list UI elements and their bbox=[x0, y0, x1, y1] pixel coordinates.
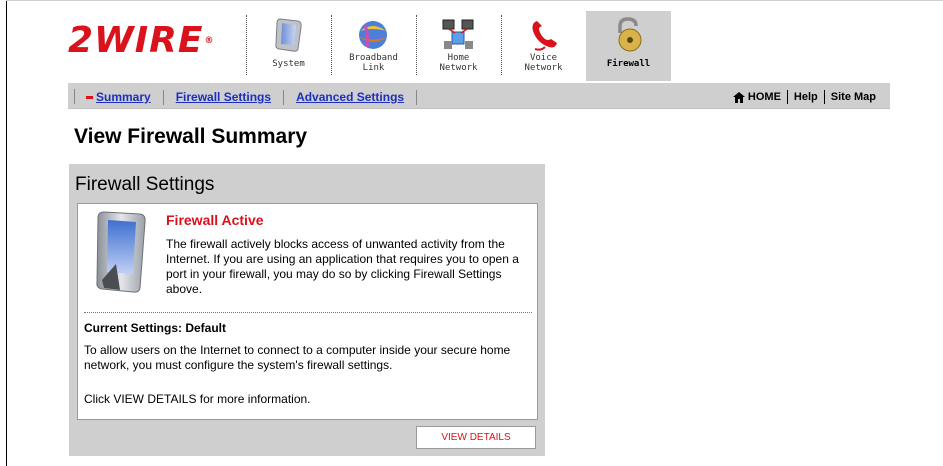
frame-left-border bbox=[6, 0, 7, 466]
help-link[interactable]: Help bbox=[788, 91, 824, 103]
firewall-status-title: Firewall Active bbox=[166, 212, 264, 228]
settings-explanation-text: To allow users on the Internet to connec… bbox=[84, 343, 511, 372]
view-details-hint: Click VIEW DETAILS for more information. bbox=[84, 392, 311, 406]
subnav-separator bbox=[416, 89, 418, 105]
panel-content: Firewall Active The firewall actively bl… bbox=[77, 203, 538, 420]
home-icon bbox=[732, 91, 745, 103]
home-network-icon bbox=[442, 19, 474, 49]
subnav-separator bbox=[283, 89, 285, 105]
registered-mark: ® bbox=[204, 36, 215, 46]
gateway-device-icon bbox=[96, 211, 146, 293]
tab-system[interactable]: System bbox=[246, 11, 331, 81]
tab-home-network[interactable]: Home Network bbox=[416, 11, 501, 81]
system-device-icon bbox=[275, 18, 302, 52]
phone-icon bbox=[532, 21, 557, 51]
home-link-label: HOME bbox=[747, 91, 781, 103]
dotted-divider bbox=[84, 312, 532, 313]
subnav-advanced-settings-link[interactable]: Advanced Settings bbox=[296, 90, 416, 104]
firewall-settings-panel: Firewall Settings Firewall Active The fi… bbox=[69, 164, 545, 456]
subnav-summary-link[interactable]: Summary bbox=[86, 90, 163, 104]
tab-firewall[interactable]: Firewall bbox=[586, 11, 671, 81]
home-link[interactable]: HOME bbox=[727, 91, 787, 103]
main-nav: System Broadband Link Home Network Voice… bbox=[246, 11, 671, 81]
brand-logo[interactable]: 2WIRE® bbox=[68, 23, 243, 59]
active-indicator-icon bbox=[86, 95, 93, 99]
sub-navigation-bar: Summary Firewall Settings Advanced Setti… bbox=[68, 83, 890, 109]
page-frame: 2WIRE® System Broadband Link Home Networ… bbox=[0, 0, 943, 466]
site-map-link[interactable]: Site Map bbox=[825, 91, 882, 103]
page-title: View Firewall Summary bbox=[74, 125, 308, 148]
tab-broadband-link[interactable]: Broadband Link bbox=[331, 11, 416, 81]
tab-voice-network[interactable]: Voice Network bbox=[501, 11, 586, 81]
subnav-firewall-settings-link[interactable]: Firewall Settings bbox=[176, 90, 283, 104]
firewall-status-text: The firewall actively blocks access of u… bbox=[166, 237, 519, 296]
view-details-button[interactable]: VIEW DETAILS bbox=[416, 426, 536, 449]
tab-broadband-link-label: Broadband Link bbox=[349, 53, 398, 73]
tab-voice-network-label: Voice Network bbox=[524, 53, 563, 73]
subnav-links: Summary Firewall Settings Advanced Setti… bbox=[86, 88, 429, 106]
tab-firewall-label: Firewall bbox=[606, 59, 651, 69]
broadband-globe-icon bbox=[359, 21, 387, 49]
subnav-separator bbox=[162, 89, 164, 105]
utility-links: HOME Help Site Map bbox=[727, 88, 882, 106]
tab-home-network-label: Home Network bbox=[439, 53, 478, 73]
subnav-summary-label: Summary bbox=[96, 90, 151, 104]
subnav-separator bbox=[74, 89, 75, 104]
current-settings-label: Current Settings: Default bbox=[84, 321, 227, 335]
brand-logo-text: 2WIRE bbox=[68, 20, 204, 61]
panel-title: Firewall Settings bbox=[75, 174, 215, 195]
frame-top-border bbox=[6, 0, 943, 1]
padlock-icon bbox=[618, 17, 642, 52]
tab-system-label: System bbox=[272, 59, 305, 69]
